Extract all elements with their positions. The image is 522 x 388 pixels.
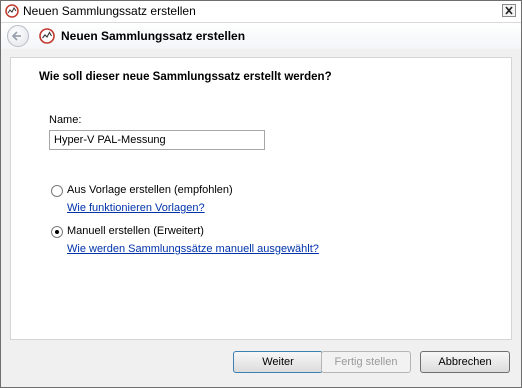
title-bar: Neuen Sammlungssatz erstellen (1, 1, 521, 23)
radio-from-template[interactable] (51, 185, 63, 197)
name-label: Name: (49, 114, 82, 126)
wizard-window: Neuen Sammlungssatz erstellen Neuen Samm… (0, 0, 522, 388)
page-question: Wie soll dieser neue Sammlungssatz erste… (39, 71, 332, 83)
back-arrow-icon (11, 31, 21, 41)
finish-button[interactable]: Fertig stellen (321, 351, 411, 373)
close-icon (505, 6, 513, 15)
radio-manual[interactable] (51, 226, 63, 238)
performance-monitor-icon (39, 28, 55, 44)
wizard-content: Wie soll dieser neue Sammlungssatz erste… (10, 57, 512, 340)
name-input[interactable] (49, 130, 265, 150)
back-button[interactable] (7, 25, 29, 47)
link-how-templates-work[interactable]: Wie funktionieren Vorlagen? (67, 202, 205, 214)
close-button[interactable] (502, 4, 516, 17)
next-button[interactable]: Weiter (233, 351, 323, 373)
link-how-manual-selection[interactable]: Wie werden Sammlungssätze manuell ausgew… (67, 243, 319, 255)
option-from-template-label[interactable]: Aus Vorlage erstellen (empfohlen) (67, 184, 233, 196)
wizard-title: Neuen Sammlungssatz erstellen (61, 29, 246, 43)
performance-monitor-icon (5, 4, 19, 18)
window-title: Neuen Sammlungssatz erstellen (23, 4, 196, 18)
cancel-button[interactable]: Abbrechen (420, 351, 510, 373)
wizard-header: Neuen Sammlungssatz erstellen (1, 23, 521, 49)
option-manual-label[interactable]: Manuell erstellen (Erweitert) (67, 225, 204, 237)
